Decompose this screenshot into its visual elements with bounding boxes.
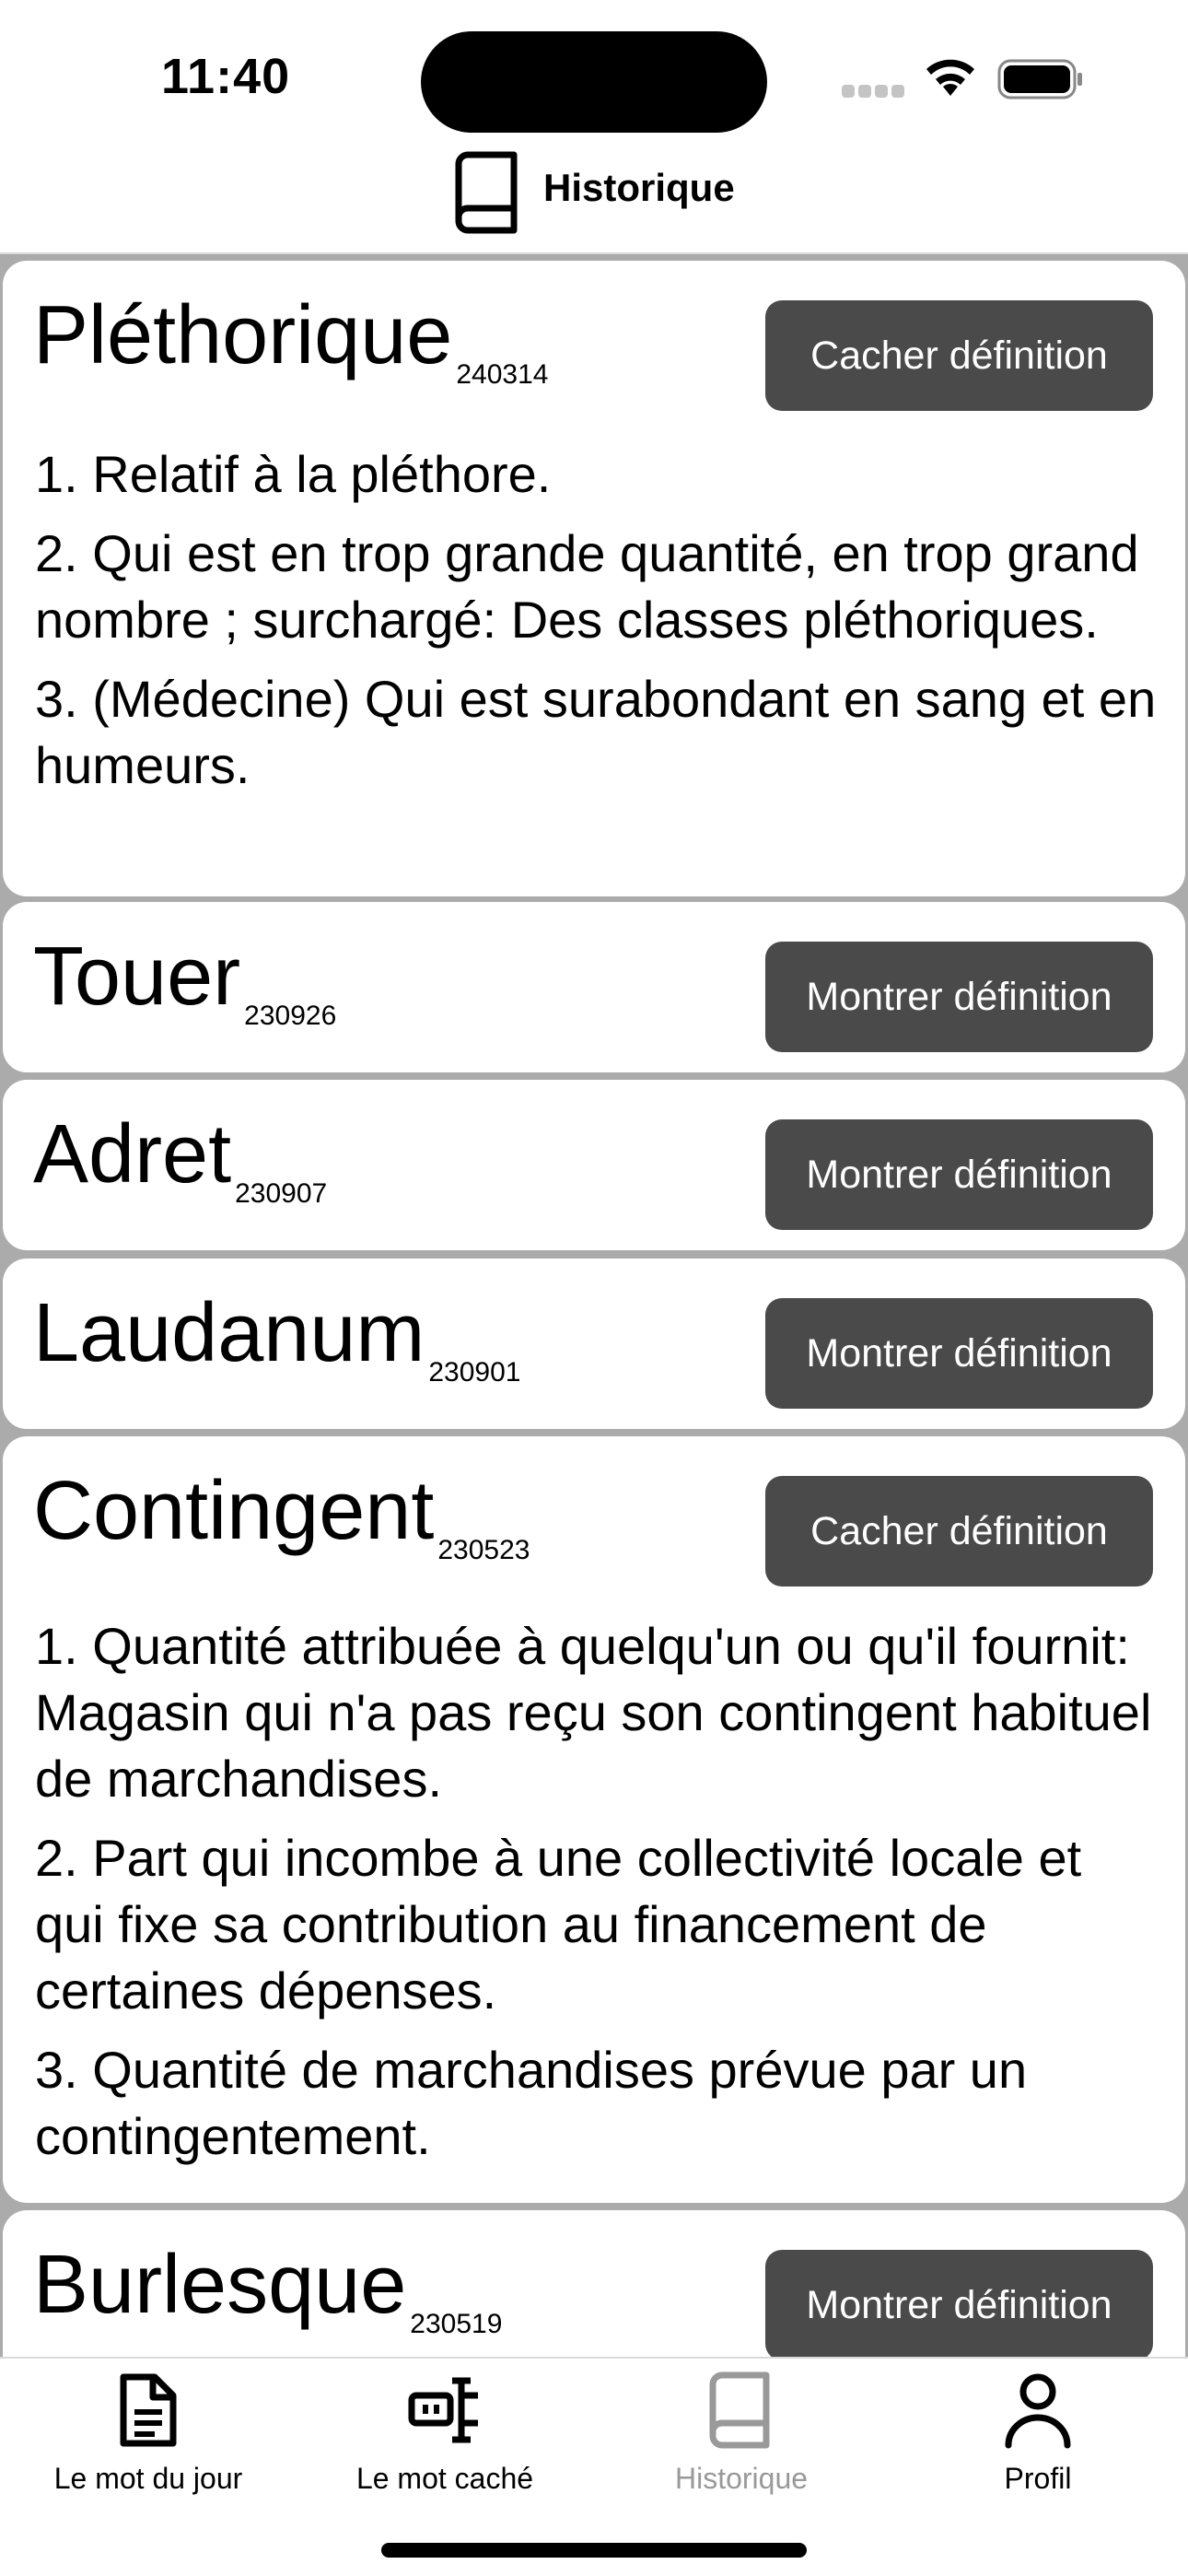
status-time: 11:40 (161, 49, 291, 104)
tab-hidden-word[interactable]: Le mot caché (297, 2359, 593, 2543)
definition-item: 2. Part qui incombe à une collectivité l… (35, 1829, 1082, 2020)
home-indicator[interactable] (381, 2543, 807, 2558)
word-card: Laudanum 230901 Montrer définition (3, 1259, 1185, 1429)
signal-icon (842, 85, 904, 98)
word-date: 230519 (410, 2309, 503, 2339)
wifi-icon (926, 59, 974, 96)
definition-item: 2. Qui est en trop grande quantité, en t… (35, 524, 1139, 649)
word-title: Laudanum 230901 (33, 1287, 521, 1388)
hide-definition-button[interactable]: Cacher définition (765, 1476, 1153, 1587)
word-card: Touer 230926 Montrer définition (3, 902, 1185, 1072)
book-icon (709, 2371, 770, 2449)
definition-item: 1. Quantité attribuée à quelqu'un ou qu'… (35, 1617, 1152, 1808)
definition-item: 3. Quantité de marchandises prévue par u… (35, 2041, 1028, 2165)
battery-icon (997, 59, 1082, 100)
word-card: Pléthorique 240314 Cacher définition 1. R… (3, 261, 1185, 896)
show-definition-button[interactable]: Montrer définition (765, 1119, 1153, 1230)
word-title: Adret 230907 (33, 1108, 328, 1209)
word-date: 230901 (428, 1357, 521, 1388)
definition-item: 1. Relatif à la pléthore. (35, 445, 552, 503)
word-title: Burlesque 230519 (33, 2239, 503, 2339)
word-date: 230907 (235, 1178, 328, 1209)
hide-definition-button[interactable]: Cacher définition (765, 300, 1153, 411)
tab-word-of-the-day[interactable]: Le mot du jour (0, 2359, 297, 2543)
tab-profile[interactable]: Profil (890, 2359, 1186, 2543)
show-definition-button[interactable]: Montrer définition (765, 2250, 1153, 2357)
word-card: Burlesque 230519 Montrer définition (3, 2210, 1185, 2357)
word-title: Touer 230926 (33, 931, 337, 1031)
navigation-header: Historique (0, 138, 1188, 254)
word-title: Contingent 230523 (33, 1465, 530, 1565)
hidden-word-icon (408, 2377, 478, 2443)
definition-item: 3. (Médecine) Qui est surabondant en san… (35, 670, 1157, 794)
page-title: Historique (543, 166, 735, 209)
word-date: 230523 (437, 1535, 530, 1565)
document-icon (120, 2373, 177, 2447)
word-card: Adret 230907 Montrer définition (3, 1080, 1185, 1250)
book-icon (455, 151, 518, 234)
show-definition-button[interactable]: Montrer définition (765, 1298, 1153, 1409)
history-list[interactable]: Pléthorique 240314 Cacher définition 1. R… (0, 254, 1188, 2357)
tab-label: Historique (674, 2462, 809, 2495)
word-card: Contingent 230523 Cacher définition 1. Qu… (3, 1436, 1185, 2203)
word-date: 240314 (456, 359, 549, 390)
person-icon (1005, 2373, 1071, 2449)
definition-list: 1. Relatif à la pléthore. 2. Qui est en … (35, 441, 1159, 812)
word-date: 230926 (244, 1001, 337, 1031)
show-definition-button[interactable]: Montrer définition (765, 942, 1153, 1052)
tab-label: Le mot du jour (53, 2462, 243, 2495)
status-bar: 11:40 (0, 0, 1188, 147)
definition-list: 1. Quantité attribuée à quelqu'un ou qu'… (35, 1613, 1159, 2183)
tab-history[interactable]: Historique (593, 2359, 890, 2543)
tab-label: Profil (1004, 2462, 1072, 2495)
word-title: Pléthorique 240314 (33, 289, 549, 390)
dynamic-island (421, 31, 767, 133)
tab-label: Le mot caché (355, 2462, 534, 2495)
